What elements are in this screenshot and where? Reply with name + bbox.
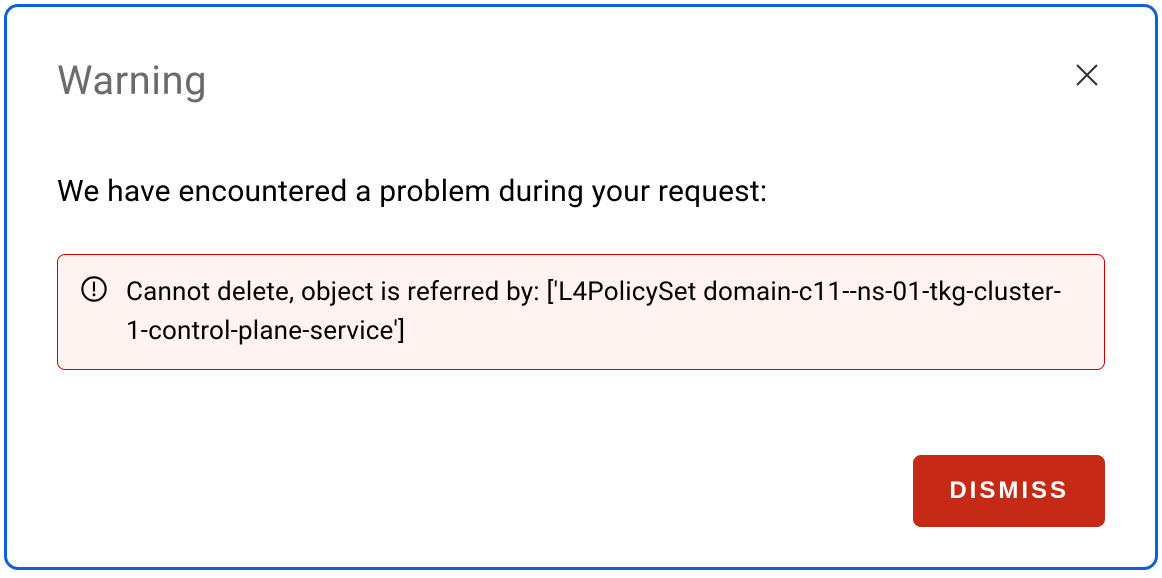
warning-dialog: Warning We have encountered a problem du… [4,4,1158,570]
close-button[interactable] [1069,57,1105,93]
error-text: Cannot delete, object is referred by: ['… [126,273,1082,351]
close-icon [1073,61,1101,89]
error-box: Cannot delete, object is referred by: ['… [57,254,1105,370]
warning-icon [80,275,108,303]
dialog-footer: DISMISS [57,455,1105,527]
dialog-message: We have encountered a problem during you… [57,174,1105,209]
dialog-title: Warning [57,57,207,104]
dialog-header: Warning [57,57,1105,104]
dismiss-button[interactable]: DISMISS [913,455,1105,527]
